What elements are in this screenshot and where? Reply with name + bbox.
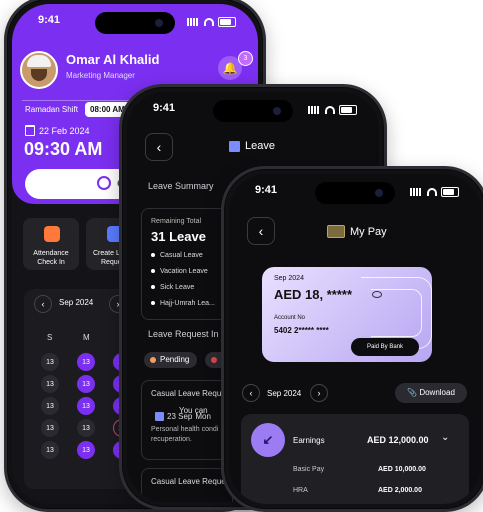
money-icon bbox=[327, 225, 345, 238]
back-button[interactable]: ‹ bbox=[145, 133, 173, 161]
earnings-row-value: AED 2,000.00 bbox=[378, 487, 422, 494]
request-date-text: 23 Sep bbox=[167, 412, 193, 421]
wifi-icon bbox=[325, 106, 335, 114]
calendar-icon bbox=[25, 125, 35, 136]
prev-month-button[interactable]: ‹ bbox=[242, 384, 260, 402]
next-month-button[interactable]: › bbox=[310, 384, 328, 402]
calendar-day[interactable]: 13 bbox=[77, 397, 95, 415]
battery-icon bbox=[339, 105, 357, 115]
eye-icon[interactable] bbox=[372, 291, 382, 298]
calendar-day[interactable]: 13 bbox=[77, 375, 95, 393]
wifi-icon bbox=[204, 18, 214, 26]
status-time: 9:41 bbox=[38, 14, 61, 26]
user-role: Marketing Manager bbox=[66, 71, 135, 80]
phone-my-pay: 9:41 ‹ My Pay Sep 2024 AED 18, ***** Acc… bbox=[221, 166, 483, 512]
pay-amount: AED 18, ***** bbox=[274, 287, 353, 302]
page-title-text: My Pay bbox=[350, 225, 387, 238]
chevron-down-icon[interactable]: ⌄ bbox=[441, 432, 449, 443]
earnings-row-value: AED 10,000.00 bbox=[378, 466, 426, 473]
pay-month: Sep 2024 bbox=[274, 275, 304, 282]
paperclip-icon: 📎 bbox=[407, 388, 418, 397]
status-icons bbox=[308, 105, 357, 115]
status-icons bbox=[187, 17, 236, 27]
status-icons bbox=[410, 187, 459, 197]
leave-type-item: Sick Leave bbox=[151, 284, 194, 291]
status-time: 9:41 bbox=[255, 184, 278, 196]
leave-request-card[interactable]: Casual Leave Reque bbox=[141, 468, 233, 502]
pay-period: Sep 2024 bbox=[267, 389, 302, 398]
filter-pending[interactable]: Pending bbox=[144, 352, 198, 368]
request-date: 23 Sep Mon bbox=[155, 412, 211, 421]
page-title-text: Leave bbox=[245, 140, 275, 152]
calendar-day[interactable]: 13 bbox=[41, 375, 59, 393]
leave-summary-label: Leave Summary bbox=[148, 181, 214, 191]
signal-icon bbox=[410, 188, 423, 196]
calendar-day[interactable]: 13 bbox=[41, 397, 59, 415]
request-day-text: Mon bbox=[195, 412, 211, 421]
alarm-clock-icon bbox=[44, 226, 60, 242]
download-label: Download bbox=[419, 388, 455, 397]
remaining-value: 31 Leave bbox=[151, 229, 206, 244]
leave-type-item: Casual Leave bbox=[151, 252, 203, 259]
remaining-label: Remaining Total bbox=[151, 218, 202, 225]
calendar-day[interactable]: 13 bbox=[77, 419, 95, 437]
clock-time: 09:30 AM bbox=[24, 139, 103, 159]
account-label: Account No bbox=[274, 315, 306, 321]
building-icon bbox=[229, 140, 240, 152]
earnings-row-label: Basic Pay bbox=[293, 466, 325, 473]
back-button[interactable]: ‹ bbox=[247, 217, 275, 245]
shift-label: Ramadan Shift bbox=[25, 105, 78, 114]
calendar-month: Sep 2024 bbox=[59, 298, 94, 307]
fingerprint-icon bbox=[97, 176, 111, 190]
user-name: Omar Al Khalid bbox=[66, 52, 160, 67]
earnings-card[interactable]: ↙ Earnings AED 12,000.00 ⌄ Basic Pay AED… bbox=[241, 414, 469, 504]
page-title: My Pay bbox=[327, 225, 387, 238]
request-title: Casual Leave Reque bbox=[151, 389, 226, 398]
status-time: 9:41 bbox=[153, 102, 176, 114]
battery-icon bbox=[218, 17, 236, 27]
prev-month-button[interactable]: ‹ bbox=[34, 295, 52, 313]
battery-icon bbox=[441, 187, 459, 197]
calendar-day[interactable]: 13 bbox=[77, 353, 95, 371]
arrow-down-left-icon: ↙ bbox=[251, 423, 285, 457]
screen-my-pay: 9:41 ‹ My Pay Sep 2024 AED 18, ***** Acc… bbox=[229, 174, 481, 504]
leave-type-item: Vacation Leave bbox=[151, 268, 208, 275]
download-button[interactable]: 📎 Download bbox=[395, 383, 467, 403]
page-title: Leave bbox=[229, 140, 275, 152]
tile-attendance-check-in[interactable]: Attendance Check In bbox=[23, 218, 79, 270]
leave-requests-label: Leave Request In bbox=[148, 329, 219, 339]
request-title: Casual Leave Reque bbox=[151, 477, 226, 486]
tile-label: Attendance Check In bbox=[33, 250, 69, 266]
wifi-icon bbox=[427, 188, 437, 196]
weekday-label: M bbox=[83, 333, 90, 342]
paid-by-bank-badge: Paid By Bank bbox=[351, 338, 419, 356]
avatar[interactable] bbox=[20, 51, 58, 89]
status-bar: 9:41 bbox=[12, 14, 258, 30]
leave-type-item: Hajj-Umrah Lea... bbox=[151, 300, 215, 307]
weekday-label: S bbox=[47, 333, 53, 342]
earnings-row-label: HRA bbox=[293, 487, 308, 494]
calendar-day[interactable]: 13 bbox=[77, 441, 95, 459]
notification-badge: 3 bbox=[238, 51, 253, 66]
calendar-day[interactable]: 13 bbox=[41, 419, 59, 437]
date-text: 22 Feb 2024 bbox=[39, 125, 90, 136]
signal-icon bbox=[308, 106, 321, 114]
calendar-day[interactable]: 13 bbox=[41, 441, 59, 459]
leave-summary-card: Remaining Total 31 Leave Casual Leave Va… bbox=[141, 208, 233, 320]
earnings-label: Earnings bbox=[293, 436, 325, 445]
calendar-day[interactable]: 13 bbox=[41, 353, 59, 371]
date-row: 22 Feb 2024 bbox=[25, 125, 90, 136]
account-value: 5402 2***** **** bbox=[274, 326, 329, 335]
earnings-value: AED 12,000.00 bbox=[367, 435, 429, 445]
building-icon bbox=[155, 412, 164, 421]
status-bar: 9:41 bbox=[229, 184, 481, 200]
signal-icon bbox=[187, 18, 200, 26]
status-bar: 9:41 bbox=[127, 102, 379, 118]
